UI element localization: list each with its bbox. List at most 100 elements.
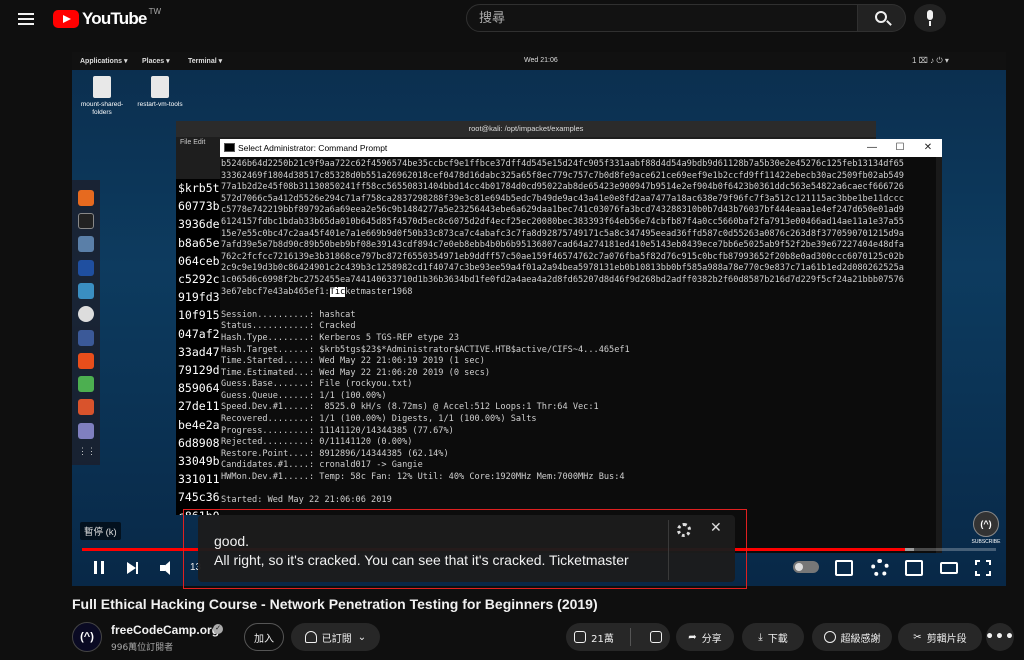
download-icon: ⤓ <box>758 631 763 643</box>
bell-icon <box>304 631 317 643</box>
channel-avatar[interactable]: (^) <box>72 622 102 652</box>
cmd-line: Session..........: hashcat <box>221 309 356 320</box>
kali-terminal-output: $krb5t 60773b 3936de b8a65e 064ceb c5292c 919f… <box>176 179 224 515</box>
pause-button[interactable] <box>88 558 112 578</box>
caption-line-1: good. <box>214 533 250 549</box>
subtitles-icon[interactable] <box>835 560 853 576</box>
terminal-line: 3936de <box>178 217 220 232</box>
terminal-line: 745c36 <box>178 490 220 505</box>
command-prompt-output: b5246b64d2250b21c9f9aa722c62f4596574be35… <box>221 159 936 553</box>
kali-terminal-menu: File Edit <box>180 139 206 146</box>
freecodecamp-logo-icon: (^) <box>973 511 999 537</box>
cmd-line: 77a1b2d2e45f08b31130850241ff58cc56550831… <box>221 182 904 193</box>
more-actions-button[interactable]: ••• <box>985 623 1014 651</box>
youtube-play-icon <box>53 10 79 28</box>
share-button[interactable]: ➦ 分享 <box>676 623 734 651</box>
caption-close-icon[interactable]: ✕ <box>710 519 722 536</box>
cmd-line: 7afd39e5e7b8d90c89b50beb9bf08e39143cdf89… <box>221 240 904 251</box>
cutycapt-icon <box>78 399 94 415</box>
terminal-line: 10f915 <box>178 308 220 323</box>
terminal-line: 6d8908 <box>178 435 220 450</box>
terminal-line: be4e2a <box>178 417 220 432</box>
voice-search-button[interactable] <box>914 4 946 32</box>
top-bar: YouTube TW <box>0 0 1024 38</box>
terminal-line: b8a65e <box>178 235 220 250</box>
microphone-icon <box>927 10 933 20</box>
terminal-line: 064ceb <box>178 253 220 268</box>
settings-gear-icon[interactable] <box>871 559 889 577</box>
caption-settings-icon[interactable] <box>677 523 691 537</box>
burpsuite-icon <box>78 330 94 346</box>
video-title: Full Ethical Hacking Course - Network Pe… <box>72 596 598 612</box>
thumbs-down-icon[interactable] <box>649 631 662 643</box>
caption-line-2: All right, so it's cracked. You can see … <box>214 552 629 568</box>
progress-buffered <box>904 548 914 551</box>
search-input[interactable] <box>466 4 858 32</box>
armitage-icon <box>78 283 94 299</box>
cmd-line: Candidates.#1....: cronald017 -> Gangie <box>221 460 423 471</box>
super-thanks-button[interactable]: 超級感謝 <box>812 623 892 651</box>
thumbs-up-icon[interactable] <box>574 631 587 643</box>
miniplayer-icon[interactable] <box>905 560 923 576</box>
video-frame: Applications ▾ Places ▾ Terminal ▾ Wed 2… <box>72 52 1006 586</box>
maltego-icon <box>78 306 94 322</box>
terminal-line: 27de11 <box>178 399 220 414</box>
search-button[interactable] <box>858 4 906 32</box>
notes-icon <box>78 423 94 439</box>
cmd-line: HWMon.Dev.#1.....: Temp: 58c Fan: 12% Ut… <box>221 472 625 483</box>
window-controls: — ☐ ✕ <box>858 139 942 157</box>
terminal-line: 047af2 <box>178 326 220 341</box>
volume-button[interactable] <box>156 558 180 578</box>
chevron-down-icon: ⌄ <box>357 631 367 643</box>
command-prompt-titlebar: Select Administrator: Command Prompt — ☐… <box>220 139 942 157</box>
download-button[interactable]: ⤓ 下載 <box>742 623 804 651</box>
cmd-line: 33362469f1804d38517c85328d0b551a26962018… <box>221 170 904 181</box>
cmd-line: Time.Started.....: Wed May 22 21:06:19 2… <box>221 356 485 367</box>
video-player[interactable]: Applications ▾ Places ▾ Terminal ▾ Wed 2… <box>72 52 1006 586</box>
cmd-line: Hash.Target......: $krb5tgs$23$*Administ… <box>221 344 630 355</box>
cmd-line: Progress.........: 11141120/14344385 (77… <box>221 425 454 436</box>
terminal-line: 919fd3 <box>178 290 220 305</box>
search-bar <box>466 4 906 32</box>
terminal-line: c5292c <box>178 272 220 287</box>
terminal-menu: Terminal ▾ <box>188 58 223 65</box>
cmd-line: 3e67ebcf7e43ab465ef1:Ticketmaster1968 <box>221 286 413 297</box>
channel-watermark[interactable]: (^) SUBSCRIBE <box>970 511 1002 545</box>
subscribed-button[interactable]: 已訂閱 ⌄ <box>291 623 380 651</box>
next-video-button[interactable] <box>122 558 146 578</box>
desktop-icon-mount-shared-folders: mount-shared-folders <box>74 76 130 117</box>
share-icon: ➦ <box>688 631 697 643</box>
channel-name[interactable]: freeCodeCamp.org <box>111 623 219 637</box>
terminal-icon <box>78 213 94 229</box>
show-apps-icon: ⋮⋮ <box>78 446 96 456</box>
cmd-line: Status...........: Cracked <box>221 321 356 332</box>
fullscreen-icon[interactable] <box>975 560 991 576</box>
cmd-line: 15e7e55c0bc47c2aa45f401e7a1e669b9d0f50b3… <box>221 228 904 239</box>
maximize-icon: ☐ <box>895 142 905 153</box>
caption-panel: good. All right, so it's cracked. You ca… <box>198 515 735 582</box>
cmd-line: Started: Wed May 22 21:06:06 2019 <box>221 495 392 506</box>
cmd-line: 2c9c9e19d3b0c86424901c2c439b3c1258982cd1… <box>221 263 904 274</box>
terminal-line: $krb5t <box>178 181 220 195</box>
system-tray: 1 ⌧ ♪ ⏻ ▾ <box>912 56 949 65</box>
like-dislike-group: 21萬 <box>566 623 670 651</box>
join-button[interactable]: 加入 <box>244 623 284 651</box>
command-prompt-window: Select Administrator: Command Prompt — ☐… <box>220 139 942 553</box>
clip-button[interactable]: ✂ 剪輯片段 <box>898 623 982 651</box>
subscriber-count: 996萬位訂閱者 <box>111 643 174 653</box>
terminal-line: 79129d <box>178 363 220 378</box>
kali-top-panel: Applications ▾ Places ▾ Terminal ▾ Wed 2… <box>72 52 1006 70</box>
youtube-logo[interactable]: YouTube TW <box>53 7 161 29</box>
hamburger-menu-icon[interactable] <box>14 8 38 30</box>
like-count[interactable]: 21萬 <box>591 630 614 645</box>
theater-mode-icon[interactable] <box>940 562 958 574</box>
cmd-line: Hash.Type........: Kerberos 5 TGS-REP et… <box>221 332 459 343</box>
applications-menu: Applications ▾ <box>80 58 128 65</box>
cmd-line: Speed.Dev.#1.....: 8525.0 kH/s (8.72ms) … <box>221 402 599 413</box>
metasploit-icon <box>78 260 94 276</box>
cmd-line <box>221 298 936 310</box>
autoplay-toggle[interactable] <box>793 561 819 573</box>
terminal-line: 331011 <box>178 472 220 487</box>
places-menu: Places ▾ <box>142 58 170 65</box>
cmd-line <box>221 484 936 496</box>
